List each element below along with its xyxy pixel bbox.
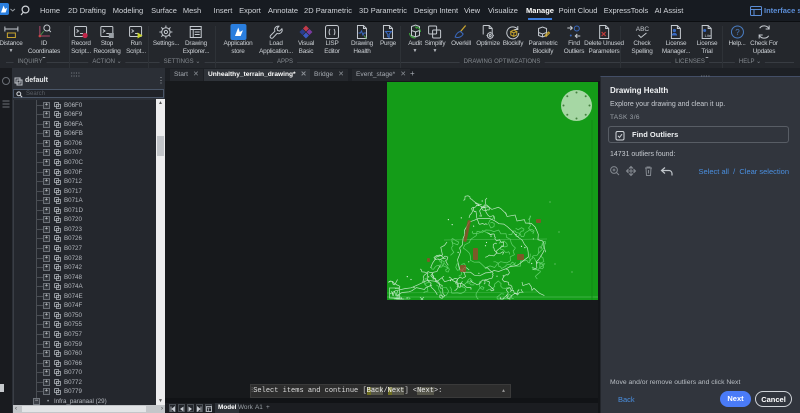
svg-text:Lite: Lite (705, 33, 712, 38)
svg-text:W: W (391, 291, 398, 298)
svg-text:ABC: ABC (635, 26, 649, 33)
svg-text:?: ? (735, 28, 740, 37)
